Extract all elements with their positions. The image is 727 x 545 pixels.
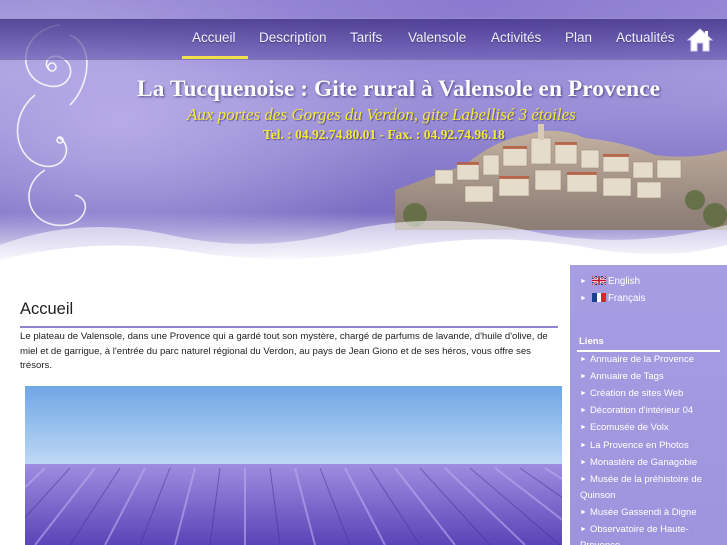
page-title: Accueil bbox=[20, 300, 74, 318]
arrow-right-icon: ► bbox=[580, 459, 587, 466]
site-subtitle: Aux portes des Gorges du Verdon, gite La… bbox=[187, 105, 576, 124]
link-label: Annuaire de la Provence bbox=[589, 354, 694, 365]
nav-description[interactable]: Description bbox=[259, 30, 327, 50]
link-item[interactable]: ► Annuaire de la Provence bbox=[580, 352, 722, 368]
arrow-right-icon: ► bbox=[580, 295, 587, 302]
home-icon[interactable] bbox=[686, 27, 714, 53]
arrow-right-icon: ► bbox=[580, 509, 587, 516]
wave-decoration bbox=[0, 220, 727, 265]
link-label: Musée Gassendi à Digne bbox=[589, 507, 697, 518]
nav-plan[interactable]: Plan bbox=[565, 30, 592, 50]
link-label: Annuaire de Tags bbox=[589, 371, 664, 382]
arrow-right-icon: ► bbox=[580, 390, 587, 397]
site-title: La Tucquenoise : Gite rural à Valensole … bbox=[137, 76, 661, 102]
links-heading: Liens bbox=[579, 336, 604, 347]
link-item[interactable]: ► Observatoire de Haute-Provence bbox=[580, 522, 722, 545]
arrow-right-icon: ► bbox=[580, 424, 587, 431]
nav-actualites[interactable]: Actualités bbox=[616, 30, 675, 50]
link-label: Création de sites Web bbox=[589, 388, 684, 399]
lang-english[interactable]: ► English bbox=[580, 276, 640, 287]
link-item[interactable]: ► Musée Gassendi à Digne bbox=[580, 505, 722, 521]
link-label: Décoration d'intérieur 04 bbox=[589, 405, 694, 416]
link-item[interactable]: ► Musée de la préhistoire de Quinson bbox=[580, 472, 722, 503]
heading-divider bbox=[20, 326, 558, 328]
link-item[interactable]: ► Décoration d'intérieur 04 bbox=[580, 403, 722, 419]
contact-phone: Tel. : 04.92.74.80.01 - Fax. : 04.92.74.… bbox=[263, 127, 505, 142]
link-item[interactable]: ► Annuaire de Tags bbox=[580, 369, 722, 385]
link-item[interactable]: ► Ecomusée de Volx bbox=[580, 420, 722, 436]
intro-paragraph: Le plateau de Valensole, dans une Proven… bbox=[20, 331, 548, 371]
lavender-field-photo bbox=[25, 386, 562, 545]
nav-valensole[interactable]: Valensole bbox=[408, 30, 466, 50]
fr-flag-icon bbox=[591, 293, 606, 302]
lang-francais[interactable]: ► Français bbox=[580, 293, 646, 304]
link-label: Musée de la préhistoire de Quinson bbox=[580, 474, 702, 501]
link-item[interactable]: ► La Provence en Photos bbox=[580, 438, 722, 454]
arrow-right-icon: ► bbox=[580, 476, 587, 483]
link-item[interactable]: ► Création de sites Web bbox=[580, 386, 722, 402]
lang-english-label: English bbox=[607, 276, 641, 287]
arrow-right-icon: ► bbox=[580, 356, 587, 363]
arrow-right-icon: ► bbox=[580, 278, 587, 285]
uk-flag-icon bbox=[591, 276, 606, 285]
lang-francais-label: Français bbox=[607, 293, 646, 304]
nav-activites[interactable]: Activités bbox=[491, 30, 541, 50]
arrow-right-icon: ► bbox=[580, 407, 587, 414]
arrow-right-icon: ► bbox=[580, 373, 587, 380]
nav-accueil[interactable]: Accueil bbox=[182, 30, 247, 59]
link-item[interactable]: ► Monastère de Ganagobie bbox=[580, 455, 722, 471]
link-label: Ecomusée de Volx bbox=[589, 422, 669, 433]
link-label: Observatoire de Haute-Provence bbox=[580, 524, 689, 545]
arrow-right-icon: ► bbox=[580, 526, 587, 533]
link-label: Monastère de Ganagobie bbox=[589, 457, 698, 468]
nav-tarifs[interactable]: Tarifs bbox=[350, 30, 382, 50]
arrow-right-icon: ► bbox=[580, 442, 587, 449]
link-label: La Provence en Photos bbox=[589, 440, 689, 451]
